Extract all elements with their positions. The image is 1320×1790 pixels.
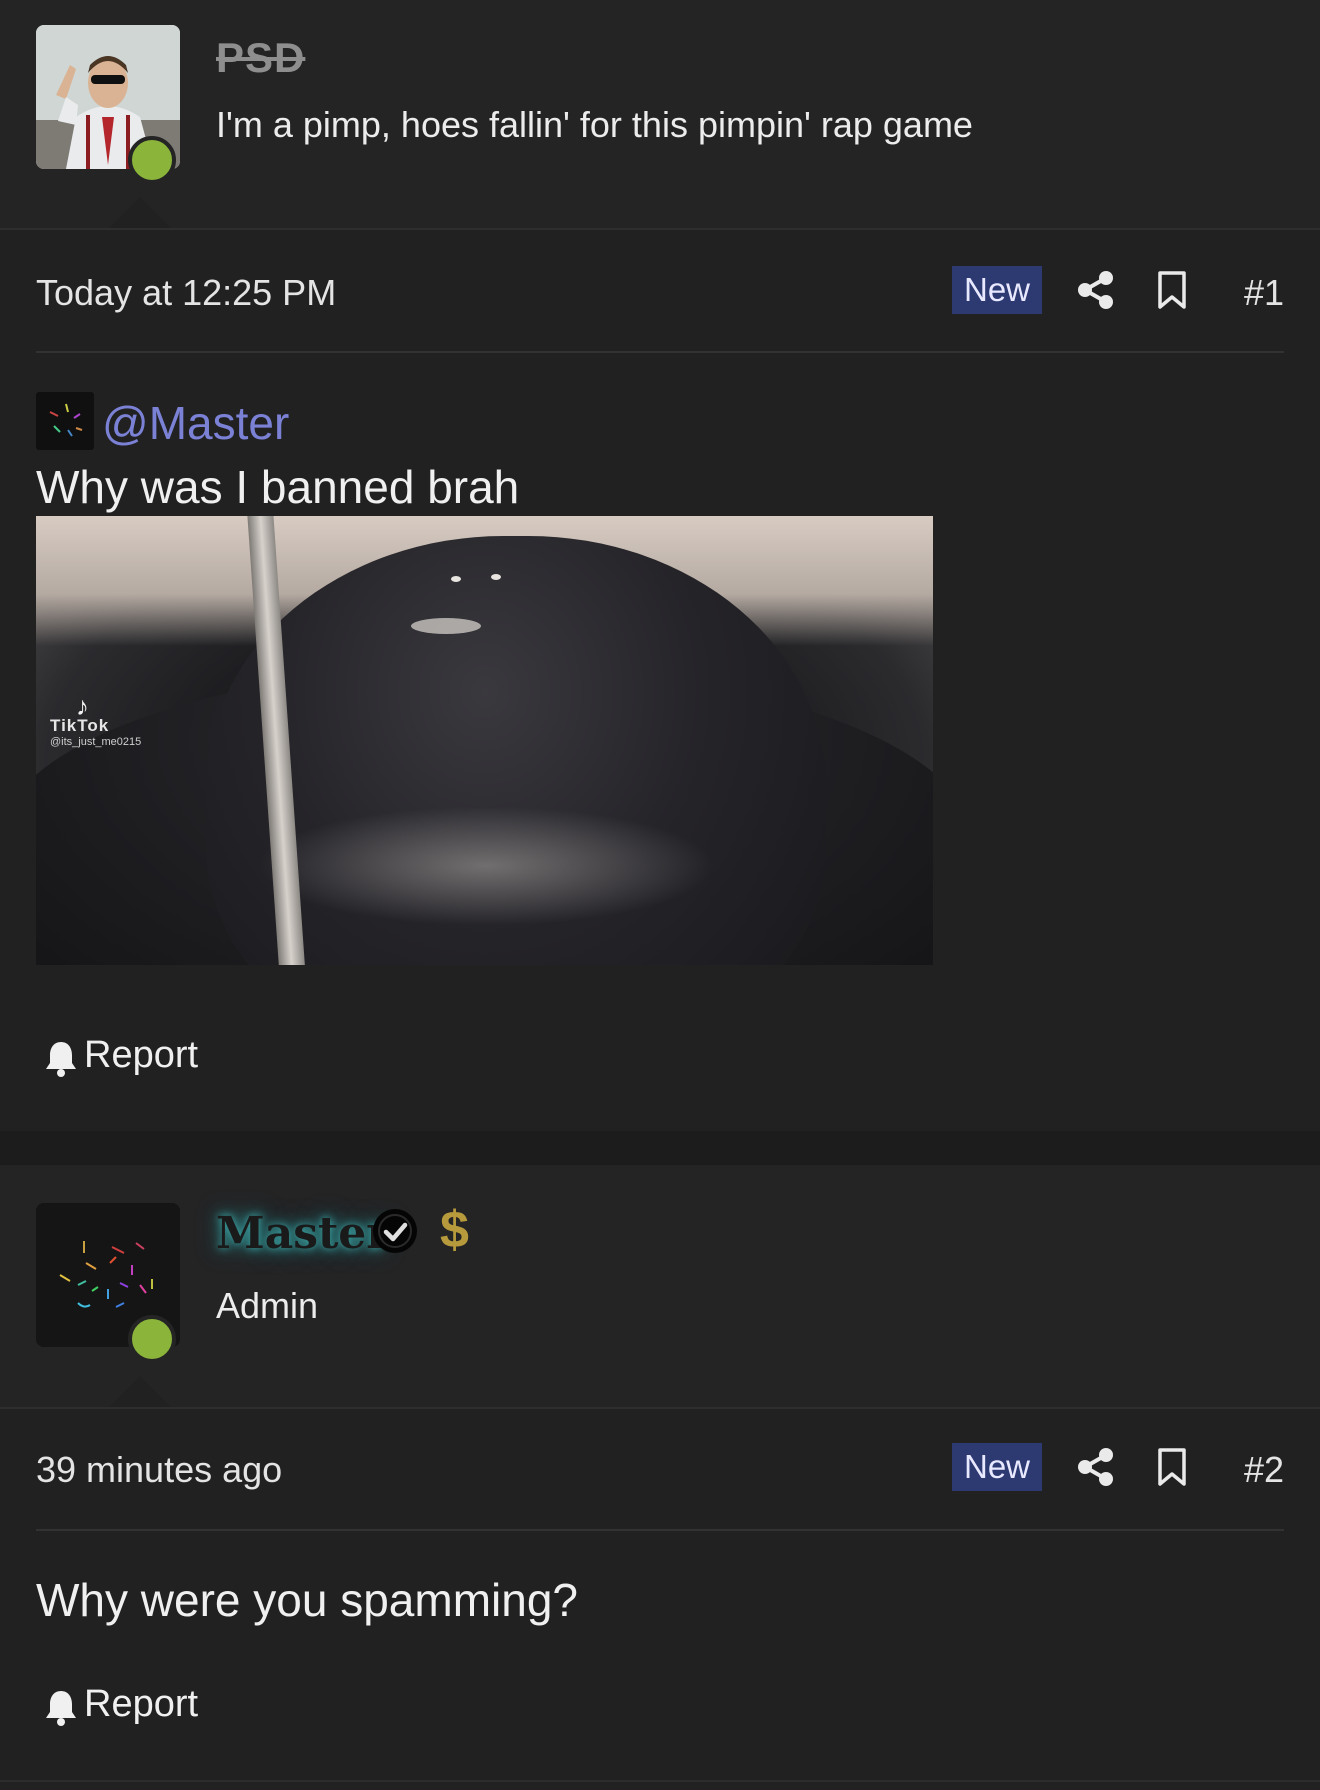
username-master[interactable]: Master	[216, 1208, 390, 1259]
post-1-user-header: PSD I'm a pimp, hoes fallin' for this pi…	[0, 0, 1320, 231]
meta-divider	[36, 1529, 1284, 1531]
post-2-meta: 39 minutes ago New #2	[36, 1437, 1284, 1497]
page-bottom-divider	[0, 1780, 1320, 1782]
mention-avatar	[36, 392, 94, 450]
share-button[interactable]	[1076, 1447, 1116, 1487]
post-1-meta: Today at 12:25 PM New #1	[36, 260, 1284, 320]
post-2: Master $ Admin 39 minutes ago New #2 Why…	[0, 1165, 1320, 1790]
bookmark-button[interactable]	[1152, 1447, 1192, 1487]
share-button[interactable]	[1076, 270, 1116, 310]
post-number[interactable]: #1	[1244, 272, 1284, 314]
tiktok-handle: @its_just_me0215	[50, 736, 142, 748]
verified-check-icon	[372, 1208, 418, 1254]
bookmark-icon	[1158, 1448, 1186, 1486]
meta-divider	[36, 351, 1284, 353]
bell-icon	[46, 1042, 76, 1077]
gif-eye-left	[451, 576, 461, 582]
user-title: I'm a pimp, hoes fallin' for this pimpin…	[216, 104, 973, 145]
username-banned[interactable]: PSD	[216, 34, 305, 82]
tiktok-watermark: TikTok	[50, 716, 110, 735]
post-2-message: Why were you spamming?	[36, 1574, 578, 1626]
gif-highlight	[256, 806, 716, 926]
share-icon	[1078, 1448, 1113, 1486]
bell-icon	[46, 1691, 76, 1726]
dollar-icon: $	[440, 1201, 469, 1259]
report-label: Report	[84, 1034, 199, 1076]
post-timestamp[interactable]: 39 minutes ago	[36, 1449, 282, 1491]
post-number[interactable]: #2	[1244, 1449, 1284, 1491]
header-divider	[0, 1407, 1320, 1409]
mention-avatar-icon	[49, 403, 83, 437]
gif-eye-right	[491, 574, 501, 580]
post-1: PSD I'm a pimp, hoes fallin' for this pi…	[0, 0, 1320, 1131]
bookmark-icon	[1158, 271, 1186, 309]
header-caret	[106, 1376, 174, 1410]
online-status-dot	[128, 1315, 176, 1363]
post-separator	[0, 1131, 1320, 1165]
bookmark-button[interactable]	[1152, 270, 1192, 310]
user-title: Admin	[216, 1285, 319, 1326]
share-icon	[1078, 271, 1113, 309]
post-2-user-header: Master $ Admin	[0, 1165, 1320, 1410]
user-mention-link[interactable]: @Master	[102, 396, 289, 450]
embedded-gif[interactable]: ♪ TikTok @its_just_me0215	[36, 516, 933, 965]
new-badge: New	[952, 1443, 1042, 1491]
header-caret	[106, 197, 174, 231]
new-badge: New	[952, 266, 1042, 314]
header-divider	[0, 228, 1320, 230]
report-label: Report	[84, 1683, 199, 1725]
online-status-dot	[128, 136, 176, 184]
gif-mouth	[411, 618, 481, 634]
post-timestamp[interactable]: Today at 12:25 PM	[36, 272, 336, 314]
post-1-message: Why was I banned brah	[36, 461, 520, 513]
